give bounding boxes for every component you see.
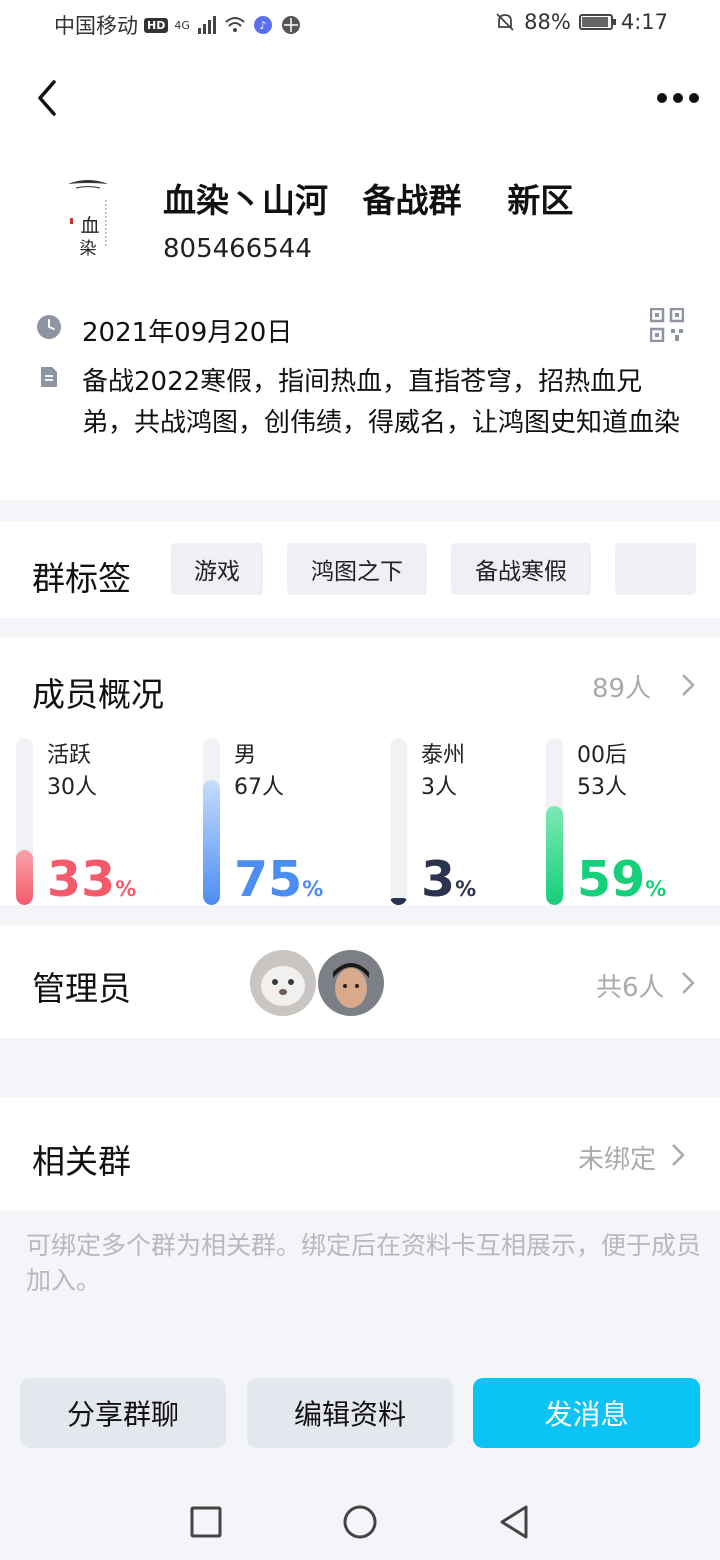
stat-percent-unit: % [115,877,137,901]
stat-fill-location [390,898,407,905]
admin-avatar[interactable] [318,950,384,1016]
admins-count[interactable]: 共6人 [596,967,665,1004]
group-id: 805466544 [163,234,312,264]
chevron-right-icon[interactable] [670,1143,686,1167]
back-nav-icon[interactable] [494,1502,534,1542]
stat-percent-unit: % [302,877,324,901]
tag-item[interactable]: 游戏 [171,543,263,595]
battery-percent: 88% [524,10,571,34]
browser-app-icon [281,16,300,34]
group-name: 血染丶山河 备战群 新区 [163,181,574,220]
stat-label-male: 男 [234,743,257,768]
status-bar: 中国移动 HD 4G ♪ 88% 4:17 [0,0,720,50]
qr-code-icon[interactable] [650,308,684,342]
stat-percent-value: 75 [234,851,303,908]
stat-fill-active [16,850,33,905]
music-app-icon: ♪ [253,16,272,34]
bell-mute-icon [496,13,514,31]
wifi-icon [225,17,245,32]
document-icon [41,367,57,387]
stat-label-location: 泰州 [421,743,466,768]
stat-count-age: 53人 [577,775,627,800]
stat-percent-unit: % [455,877,477,901]
stat-percent-location: 3% [421,852,476,917]
stat-fill-age [546,806,563,905]
recent-apps-icon[interactable] [186,1502,226,1542]
members-title: 成员概况 [32,675,164,714]
svg-text:染: 染 [80,239,97,259]
tag-item[interactable] [615,543,696,595]
stat-percent-value: 33 [47,851,116,908]
stat-count-location: 3人 [421,775,457,800]
status-right: 88% 4:17 [494,10,668,34]
signal-icon [197,16,216,34]
stat-percent-active: 33% [47,852,136,917]
admins-title: 管理员 [32,969,131,1008]
related-hint: 可绑定多个群为相关群。绑定后在资料卡互相展示，便于成员加入。 [26,1231,702,1295]
created-date: 2021年09月20日 [82,318,293,348]
stat-percent-male: 75% [234,852,323,917]
tag-item[interactable]: 备战寒假 [451,543,591,595]
svg-text:血: 血 [80,215,99,237]
share-group-button[interactable]: 分享群聊 [20,1378,226,1448]
clock-icon [37,315,61,339]
stat-percent-unit: % [645,877,667,901]
stat-count-male: 67人 [234,775,284,800]
stat-bar-location [390,738,407,905]
admin-avatar[interactable] [250,950,316,1016]
home-icon[interactable] [340,1502,380,1542]
send-message-button[interactable]: 发消息 [473,1378,700,1448]
stat-label-active: 活跃 [47,743,92,768]
edit-profile-button[interactable]: 编辑资料 [247,1378,453,1448]
stat-bar-male [203,738,220,905]
tag-item[interactable]: 鸿图之下 [287,543,427,595]
network-label: 4G [174,18,190,32]
more-options-icon[interactable] [648,82,708,112]
back-arrow-icon[interactable] [30,78,70,118]
chevron-right-icon[interactable] [680,673,696,697]
stat-percent-age: 59% [577,852,666,917]
carrier-label: 中国移动 [54,14,138,38]
tags-title: 群标签 [32,559,131,598]
svg-text:♪: ♪ [259,19,266,32]
chevron-right-icon[interactable] [680,971,696,995]
stat-bar-active [16,738,33,905]
members-count[interactable]: 89人 [592,668,651,705]
stat-count-active: 30人 [47,775,97,800]
stat-bar-age [546,738,563,905]
stat-percent-value: 59 [577,851,646,908]
stat-label-age: 00后 [577,743,627,768]
group-description: 备战2022寒假，指间热血，直指苍穹，招热血兄弟，共战鸿图，创伟绩，得威名，让鸿… [82,367,681,438]
hd-badge: HD [144,17,169,33]
stat-percent-value: 3 [421,851,456,908]
clock-time: 4:17 [620,10,668,34]
group-avatar-logo[interactable]: 血 染 [58,174,118,264]
stat-fill-male [203,780,220,905]
related-title: 相关群 [32,1142,131,1181]
related-status[interactable]: 未绑定 [578,1139,656,1176]
status-left: 中国移动 HD 4G ♪ [54,10,302,40]
battery-icon [578,14,616,30]
